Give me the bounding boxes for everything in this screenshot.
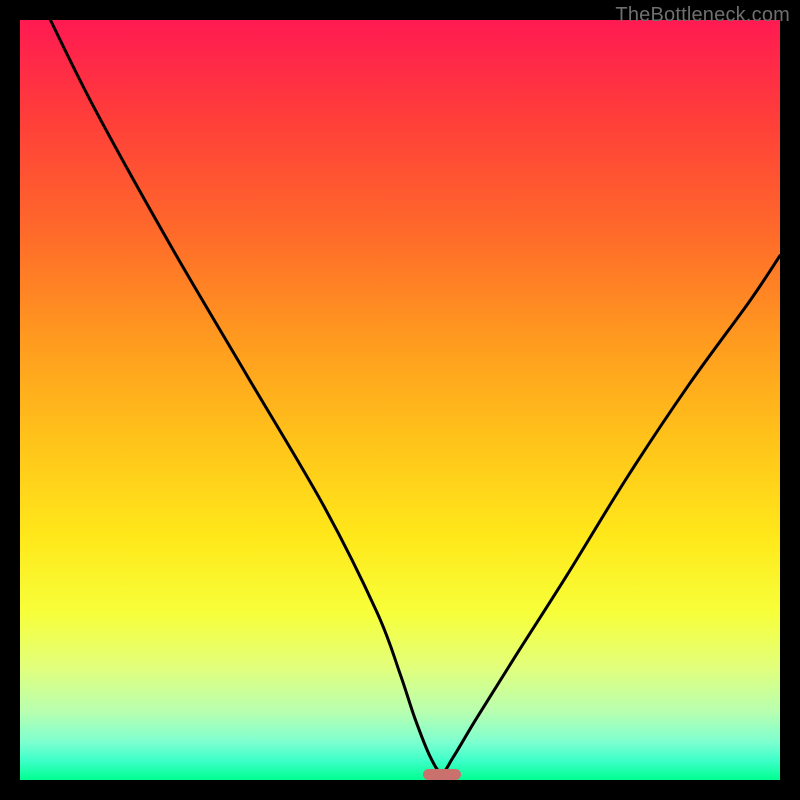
watermark-text: TheBottleneck.com bbox=[615, 4, 790, 27]
chart-stage: TheBottleneck.com bbox=[0, 0, 800, 800]
chart-plot-area bbox=[20, 20, 780, 780]
bottleneck-curve bbox=[20, 20, 780, 780]
optimal-marker bbox=[423, 769, 461, 780]
